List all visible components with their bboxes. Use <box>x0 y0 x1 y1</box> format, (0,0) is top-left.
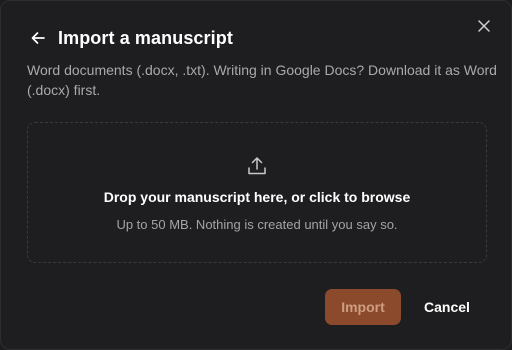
file-dropzone[interactable]: Drop your manuscript here, or click to b… <box>27 122 487 263</box>
dialog-subtitle: Word documents (.docx, .txt). Writing in… <box>27 62 497 98</box>
dialog-footer: Import Cancel <box>325 289 485 325</box>
upload-icon <box>248 157 266 175</box>
dropzone-title: Drop your manuscript here, or click to b… <box>103 189 411 205</box>
dialog-header: Import a manuscript <box>27 25 233 51</box>
close-icon <box>478 20 490 32</box>
close-button[interactable] <box>473 15 495 37</box>
cancel-button[interactable]: Cancel <box>409 289 485 325</box>
dialog-title: Import a manuscript <box>58 27 233 48</box>
import-manuscript-dialog: Import a manuscript Word documents (.doc… <box>0 0 512 350</box>
back-button[interactable] <box>27 27 49 49</box>
import-button[interactable]: Import <box>325 289 401 325</box>
dropzone-hint: Up to 50 MB. Nothing is created until yo… <box>116 217 398 232</box>
arrow-left-icon <box>31 32 45 44</box>
